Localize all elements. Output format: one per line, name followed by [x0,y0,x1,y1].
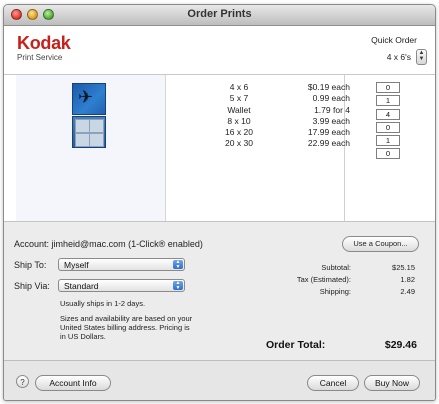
photo-thumbnail-2[interactable] [72,116,106,148]
size-cell: Wallet [227,104,251,115]
quantity-field[interactable]: 0 [376,82,400,93]
thumb-cell [75,119,90,133]
availability-note: Sizes and availability are based on your… [60,314,192,341]
ship-via-label: Ship Via: [14,281,50,291]
quick-order-label: Quick Order [371,35,417,45]
price-cell: 22.99 each [307,138,350,149]
ship-to-label: Ship To: [14,260,47,270]
quantity-column: 0 1 4 0 1 0 [376,82,402,162]
order-total-label: Order Total: [266,339,326,351]
shipping-label: Shipping: [319,287,351,296]
availability-note-line: Sizes and availability are based on your [60,314,193,323]
photo-thumbnail-1[interactable]: ✈ [72,83,106,115]
ship-via-value: Standard [64,281,99,291]
ship-via-popup[interactable]: Standard ▲ ▼ [58,279,185,292]
kodak-logo: Kodak [17,33,71,53]
quantity-field[interactable]: 0 [376,148,400,160]
account-label: Account: jimheid@mac.com (1-Click® enabl… [14,239,203,249]
header: Kodak Print Service Quick Order 4 x 6's … [4,26,435,75]
thumb-cell [89,133,104,147]
size-cell: 4 x 6 [229,82,249,92]
price-cell: 3.99 each [312,115,350,126]
quantity-field[interactable]: 4 [376,108,400,120]
bottom-bar: ? Account Info Cancel Buy Now [4,360,435,400]
size-cell: 20 x 30 [225,138,253,149]
stepper-icon[interactable]: ▲ ▼ [416,49,427,65]
shipping-value: 2.49 [400,287,415,296]
subtotal-label: Subtotal: [321,263,351,272]
quantity-field[interactable]: 0 [376,121,400,133]
price-column: $0.19 each 0.99 each 1.79 for 4 3.99 eac… [280,82,350,150]
price-cell: $0.19 each [307,82,350,92]
account-info-button[interactable]: Account Info [35,375,111,391]
thumb-cell [89,119,104,133]
quantity-field[interactable]: 1 [376,135,400,147]
popup-arrows-icon: ▲ ▼ [173,281,183,290]
size-cell: 8 x 10 [227,115,251,126]
availability-note-line: United States billing address. Pricing i… [60,323,190,332]
size-cell: 5 x 7 [229,93,249,104]
order-prints-window: Order Prints Kodak Print Service Quick O… [3,4,436,401]
subtotal-value: $25.15 [392,263,415,272]
buy-now-button[interactable]: Buy Now [364,375,420,391]
photo-strip: ✈ [16,75,166,221]
products-table: ✈ 4 x 6 5 x 7 Wallet 8 x 10 16 x 20 20 x… [4,75,435,222]
bird-image: ✈ [78,87,94,107]
quick-order-value: 4 x 6's [386,52,411,62]
price-cell: 0.99 each [312,93,350,104]
size-column: 4 x 6 5 x 7 Wallet 8 x 10 16 x 20 20 x 3… [194,82,284,150]
quantity-field[interactable]: 1 [376,95,400,107]
cancel-button[interactable]: Cancel [307,375,359,391]
photo-thumbnails: ✈ [66,83,108,148]
window-title: Order Prints [187,8,252,20]
order-details: Account: jimheid@mac.com (1-Click® enabl… [4,222,435,360]
ship-to-value: Myself [64,260,89,270]
shipping-note: Usually ships in 1-2 days. [60,299,146,308]
tax-label: Tax (Estimated): [296,275,351,284]
price-cell: 17.99 each [307,127,350,138]
order-total-value: $29.46 [384,339,417,351]
use-coupon-button[interactable]: Use a Coupon... [342,236,419,252]
price-cell: 1.79 for 4 [314,104,350,115]
tax-value: 1.82 [400,275,415,284]
help-icon[interactable]: ? [16,375,29,388]
thumb-cell [75,133,90,147]
titlebar[interactable]: Order Prints [4,5,435,26]
availability-note-line: in US Dollars. [60,332,106,341]
ship-to-popup[interactable]: Myself ▲ ▼ [58,258,185,271]
popup-arrows-icon: ▲ ▼ [173,260,183,269]
print-service-label: Print Service [17,53,63,62]
size-cell: 16 x 20 [225,127,253,138]
